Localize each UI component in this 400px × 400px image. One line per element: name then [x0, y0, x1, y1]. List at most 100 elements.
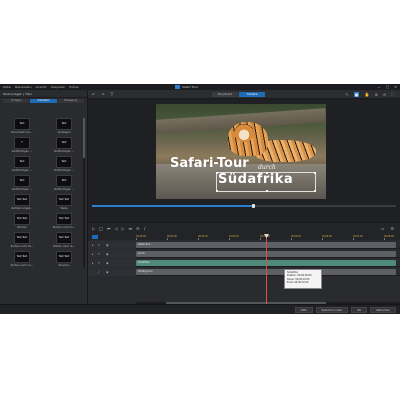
template-panel: Textvorlagen | Titel Vorlagen Animation … — [0, 90, 88, 314]
resize-handle[interactable] — [216, 190, 218, 192]
ruler-label: 00:05:00 — [291, 235, 301, 238]
title-line-1[interactable]: Safari-Tour — [170, 156, 249, 171]
title-script[interactable]: durch — [258, 164, 276, 171]
timeline-view-button[interactable]: Timeline — [239, 91, 265, 97]
scrollbar-thumb[interactable] — [83, 118, 85, 158]
undo-icon[interactable]: ↶ — [92, 92, 95, 97]
template-label: Verbiegen — [57, 131, 71, 134]
menu-item-bearbeiten[interactable]: Bearbeiten — [15, 85, 31, 89]
preview-scrubber[interactable] — [92, 204, 396, 208]
track-row: ▸ T ◉ Südafrika — [88, 259, 400, 267]
fullscreen-icon[interactable]: ⛶ — [391, 92, 394, 97]
template-tile[interactable]: Text Verbiegen — [46, 118, 82, 135]
menu-item-extras[interactable]: Extras — [69, 85, 78, 89]
tab-vorlagen[interactable]: Vorlagen — [3, 99, 30, 103]
settings-icon[interactable]: ⚙ — [390, 226, 394, 231]
template-tile[interactable]: Text Einschiebt von... — [4, 118, 40, 135]
expand-icon[interactable]: ▸ — [92, 261, 94, 265]
next-icon[interactable]: ⏭ — [129, 226, 133, 231]
ok-button[interactable]: OK — [351, 307, 368, 313]
visibility-icon[interactable]: ◉ — [106, 261, 109, 265]
template-tile[interactable]: Text Verflüchtigen ... — [46, 156, 82, 173]
tab-bewegung[interactable]: Bewegung — [57, 99, 84, 103]
text-icon[interactable]: T — [111, 92, 113, 97]
template-tile[interactable]: T Verflüchtigen ... — [4, 137, 40, 154]
thumbnail-text: Text Text — [16, 235, 28, 239]
panel-scrollbar[interactable] — [83, 118, 85, 268]
storyboard-view-button[interactable]: Storyboard — [212, 91, 238, 97]
play-icon[interactable]: ▷ — [92, 226, 95, 231]
track-mode-button[interactable] — [92, 235, 98, 239]
scrubber-knob[interactable] — [251, 204, 255, 208]
expand-icon[interactable]: ▸ — [92, 243, 94, 247]
template-label: Verflüchtigen ... — [53, 169, 75, 172]
playhead[interactable] — [266, 234, 267, 304]
resize-handle[interactable] — [314, 190, 316, 192]
template-tile[interactable]: Text Verflüchtigen ... — [4, 156, 40, 173]
clip-label: durch — [138, 252, 145, 255]
zoom-in-icon[interactable]: ⊕ — [374, 92, 377, 97]
template-tile[interactable]: Text Text Zoomen — [46, 251, 82, 268]
template-tile[interactable]: Text Text Ziehen nach un... — [4, 251, 40, 268]
template-tile[interactable]: Text Verflüchtigen ... — [46, 137, 82, 154]
template-tile[interactable]: Text Verflüchtigen ... — [4, 175, 40, 192]
help-button[interactable]: Hilfe — [294, 307, 313, 313]
template-thumbnail: Text — [56, 137, 72, 149]
volume-icon[interactable]: ♪ — [144, 226, 147, 231]
selection-box[interactable] — [216, 172, 316, 192]
zoom-out-icon[interactable]: ⊖ — [383, 92, 386, 97]
expand-icon[interactable]: ▸ — [92, 252, 94, 256]
template-tile[interactable]: Text Text Ziehen nach re... — [46, 232, 82, 249]
template-grid: Text Einschiebt von... Text Verbiegen T Verfl… — [4, 118, 82, 268]
previous-icon[interactable]: ⏮ — [107, 226, 111, 231]
view-toggle: Storyboard Timeline — [212, 91, 265, 97]
ruler-tick — [260, 238, 261, 240]
step-back-icon[interactable]: ◁ — [114, 226, 117, 231]
select-icon[interactable]: ▣ — [353, 92, 360, 97]
track-controls: ▸ T ◉ — [88, 259, 136, 267]
menu-item-datei[interactable]: Datei — [3, 85, 11, 89]
stop-icon[interactable]: □ — [99, 226, 103, 231]
close-icon[interactable]: ✕ — [394, 85, 397, 89]
thumbnail-text: Text Text — [58, 254, 70, 258]
cancel-button[interactable]: Abbrechen — [370, 307, 396, 313]
loop-icon[interactable]: ⟳ — [136, 226, 139, 231]
thumbnail-text: Text Text — [16, 216, 28, 220]
template-label: Verflüchtigen ... — [11, 150, 33, 153]
ruler-label: 00:00:00 — [136, 235, 146, 238]
video-preview[interactable]: Safari-Tour durch Südafrika — [156, 104, 326, 199]
thumbnail-text: Text — [19, 121, 25, 125]
minimize-icon[interactable]: — — [377, 85, 381, 89]
visibility-icon[interactable]: ◉ — [106, 243, 109, 247]
track-row: ♪ ◉ Hintergrund — [88, 268, 400, 276]
thumbnail-text: Text — [61, 121, 67, 125]
template-thumbnail: Text Text — [14, 213, 30, 225]
template-tile[interactable]: Text Text Ziehen nach ob... — [4, 232, 40, 249]
menu-item-abspielen[interactable]: Abspielen — [51, 85, 66, 89]
template-tile[interactable]: Text Verflüchtigen ... — [46, 175, 82, 192]
visibility-icon[interactable]: ◉ — [106, 252, 109, 256]
template-tile[interactable]: Text Text Welle — [46, 194, 82, 211]
menu-item-ansicht[interactable]: Ansicht — [36, 85, 47, 89]
template-label: Ziehen nach ob... — [10, 245, 34, 248]
tab-animation[interactable]: Animation — [30, 99, 57, 103]
ruler-tick — [167, 238, 168, 240]
step-forward-icon[interactable]: ▷ — [122, 226, 125, 231]
save-as-button[interactable]: Speichern unter — [315, 307, 349, 313]
ruler-tick — [291, 238, 292, 240]
redo-icon[interactable]: ↷ — [101, 92, 104, 97]
template-tile[interactable]: Text Text Vertikal umgek... — [4, 194, 40, 211]
template-tile[interactable]: Text Text Wirbeln — [4, 213, 40, 230]
text-track-icon: T — [98, 243, 100, 247]
visibility-icon[interactable]: ◉ — [106, 270, 109, 274]
template-tile[interactable]: Text Text Ziehen nach lin... — [46, 213, 82, 230]
hand-icon[interactable]: ✋ — [364, 92, 369, 97]
resize-handle[interactable] — [216, 172, 218, 174]
resize-handle[interactable] — [266, 172, 268, 174]
snapshot-icon[interactable]: ▭ — [381, 226, 385, 231]
resize-handle[interactable] — [314, 172, 316, 174]
ruler-tick — [198, 238, 199, 240]
cursor-icon[interactable]: ↖ — [345, 92, 348, 97]
resize-handle[interactable] — [266, 190, 268, 192]
maximize-icon[interactable]: □ — [386, 85, 389, 89]
